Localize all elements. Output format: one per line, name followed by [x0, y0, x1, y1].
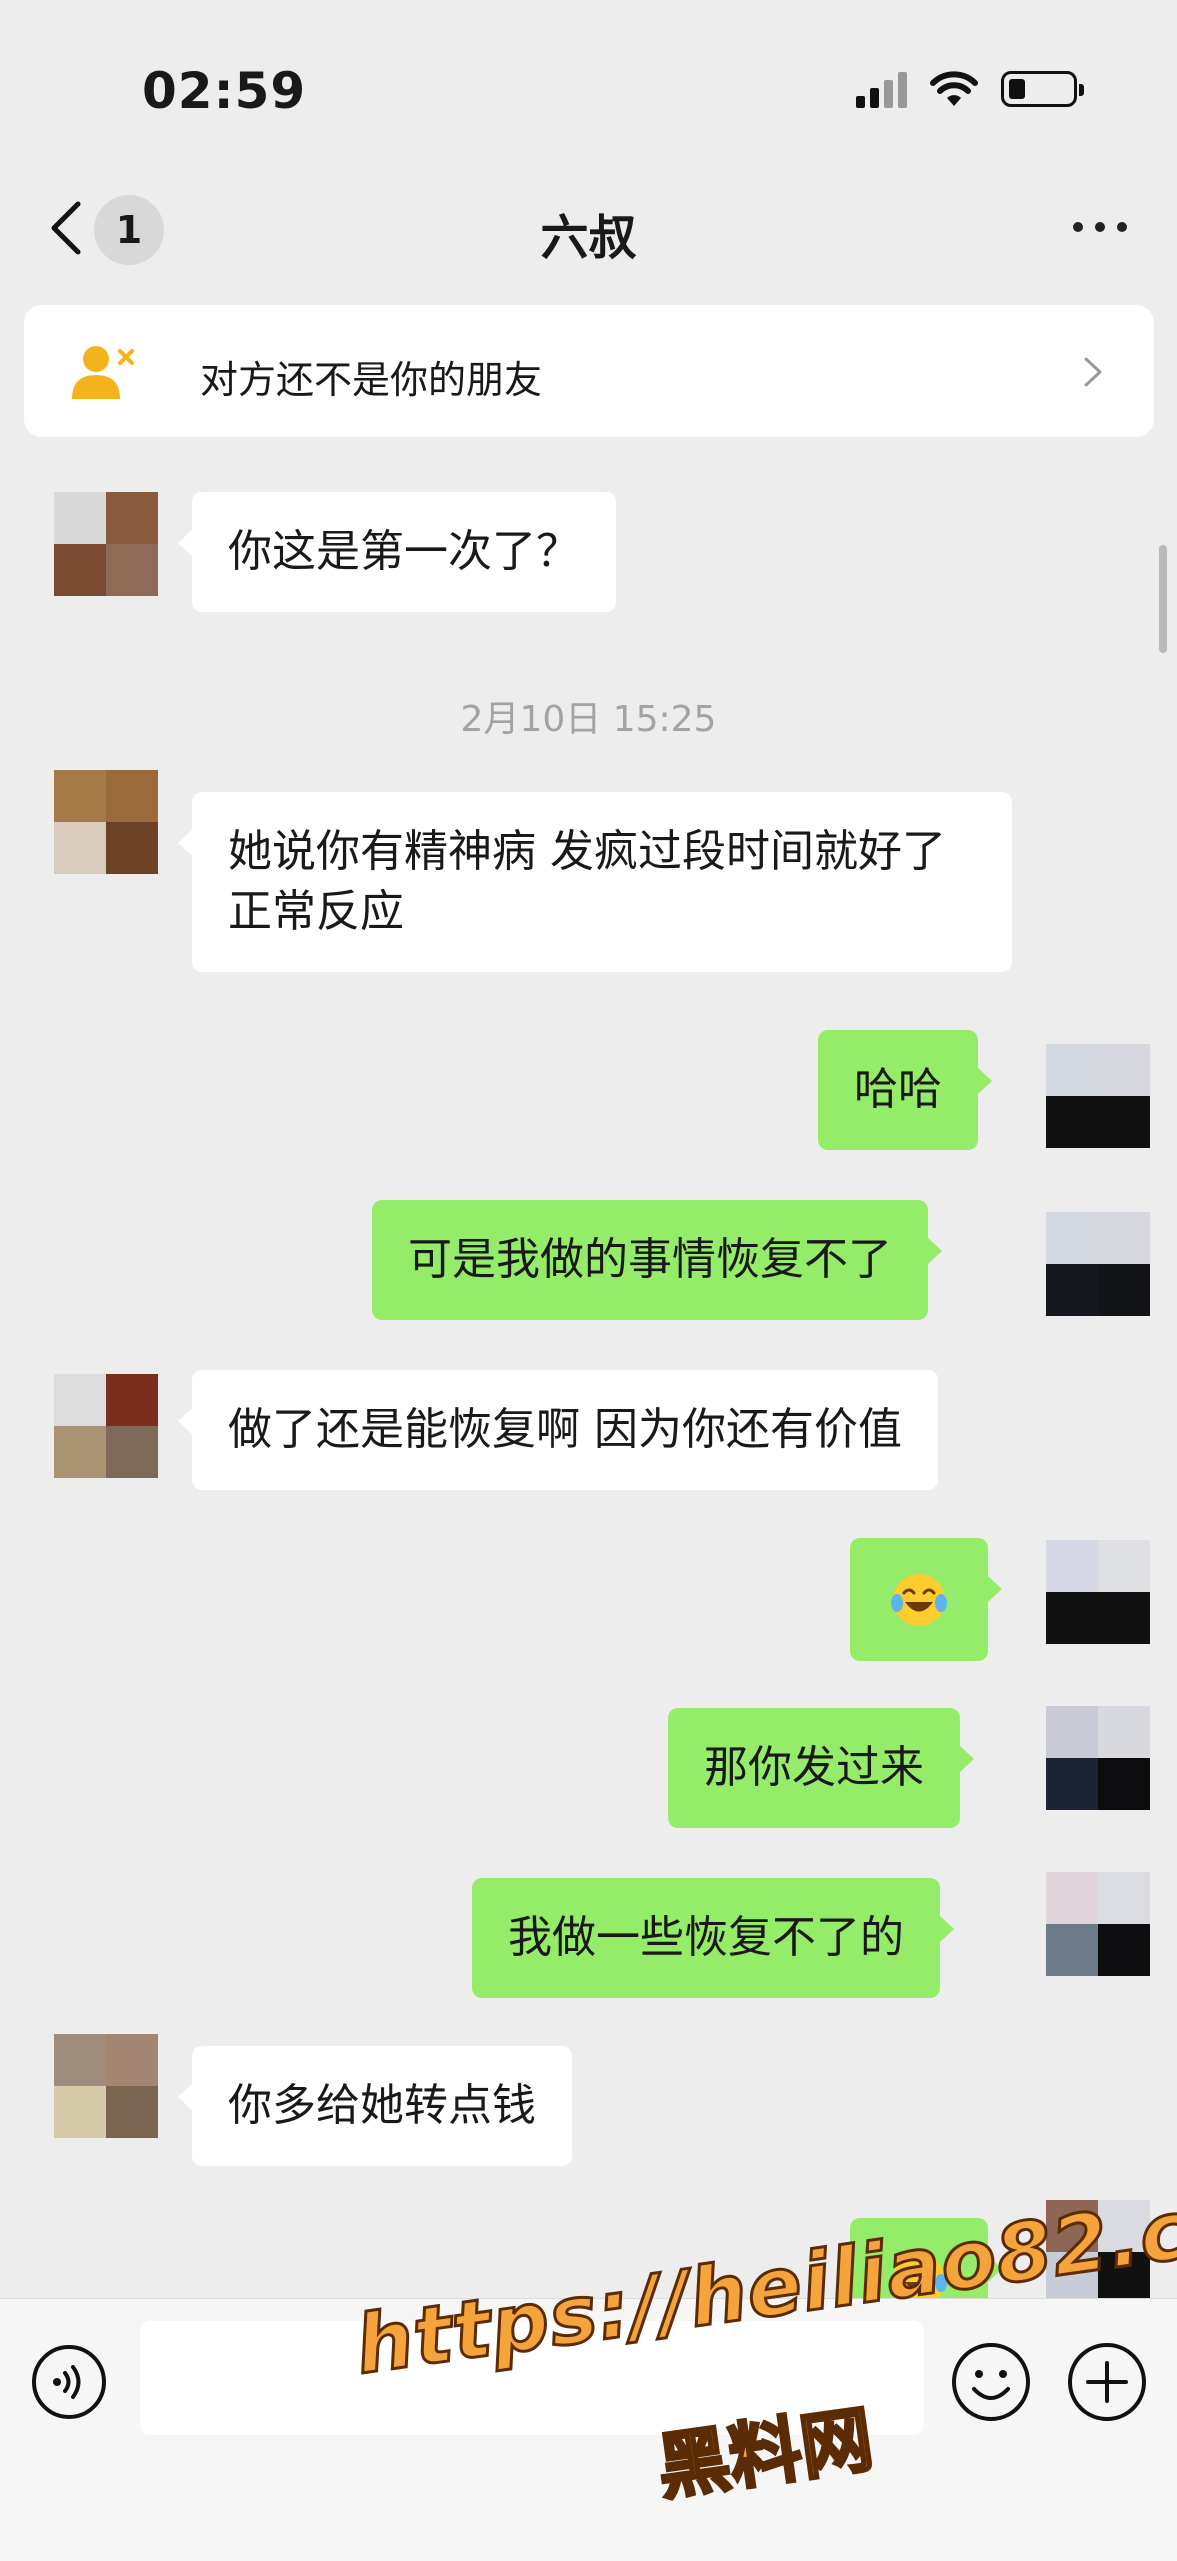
- status-time: 02:59: [142, 62, 307, 120]
- contact-avatar[interactable]: [54, 492, 158, 596]
- message-timestamp: 2月10日 15:25: [460, 699, 717, 740]
- message-bubble-incoming[interactable]: 你这是第一次了？: [178, 492, 616, 612]
- battery-icon: [1001, 71, 1084, 107]
- my-avatar[interactable]: [1046, 1872, 1150, 1976]
- more-options-icon[interactable]: [1073, 222, 1127, 232]
- wifi-icon: [930, 71, 978, 106]
- cellular-signal-icon: [856, 70, 907, 108]
- chat-title: 六叔: [540, 210, 637, 266]
- message-bubble-outgoing[interactable]: 可是我做的事情恢复不了: [372, 1200, 942, 1320]
- message-bubble-outgoing[interactable]: 那你发过来: [668, 1708, 974, 1828]
- status-icons: [856, 70, 1084, 108]
- message-bubble-incoming[interactable]: 做了还是能恢复啊 因为你还有价值: [178, 1370, 938, 1490]
- tears-of-joy-emoji-icon: [891, 1574, 947, 1626]
- contact-avatar[interactable]: [54, 770, 158, 874]
- add-attachment-icon[interactable]: [1066, 2341, 1148, 2423]
- my-avatar[interactable]: [1046, 1540, 1150, 1644]
- contact-avatar[interactable]: [54, 1374, 158, 1478]
- voice-input-icon[interactable]: [30, 2343, 108, 2421]
- message-bubble-outgoing[interactable]: 我做一些恢复不了的: [472, 1878, 954, 1998]
- not-friend-banner[interactable]: 对方还不是你的朋友: [24, 305, 1154, 437]
- banner-text: 对方还不是你的朋友: [200, 358, 543, 402]
- user-remove-icon: [72, 346, 134, 399]
- emoji-picker-icon[interactable]: [950, 2341, 1032, 2423]
- chevron-right-icon: [1084, 357, 1102, 387]
- scrollbar[interactable]: [1159, 545, 1167, 653]
- contact-avatar[interactable]: [54, 2034, 158, 2138]
- message-bubble-outgoing[interactable]: 哈哈: [818, 1030, 992, 1150]
- message-bubble-incoming[interactable]: 你多给她转点钱: [178, 2046, 572, 2166]
- message-bubble-outgoing[interactable]: [850, 1538, 1002, 1661]
- my-avatar[interactable]: [1046, 1212, 1150, 1316]
- message-bubble-incoming[interactable]: 她说你有精神病 发疯过段时间就好了 正常反应: [178, 792, 1012, 972]
- my-avatar[interactable]: [1046, 1044, 1150, 1148]
- my-avatar[interactable]: [1046, 1706, 1150, 1810]
